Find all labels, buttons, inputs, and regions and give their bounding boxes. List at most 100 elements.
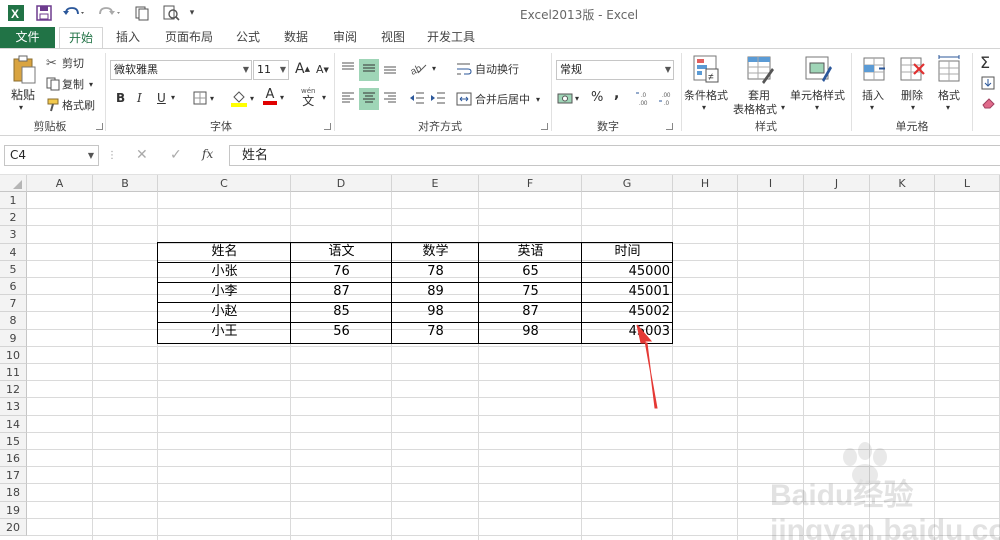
conditional-format-dropdown-icon[interactable]: ▾ [702, 103, 706, 112]
merge-center-button[interactable]: 合并后居中 ▾ [456, 91, 540, 107]
decrease-indent-button[interactable] [409, 91, 425, 105]
table-format-dropdown-icon[interactable]: ▾ [781, 103, 785, 112]
align-right-button[interactable] [383, 91, 397, 105]
tab-developer[interactable]: 开发工具 [422, 27, 480, 48]
watermark-logo: Baidu经验 jingyan.baidu.com [760, 425, 1000, 540]
tab-review[interactable]: 审阅 [325, 27, 365, 48]
cut-button[interactable]: ✂ 剪切 [46, 55, 84, 71]
table-format-button[interactable]: 表格格式 [733, 101, 777, 117]
font-size-value: 11 [257, 63, 271, 76]
font-color-dropdown-icon[interactable]: ▾ [280, 93, 284, 102]
copy-label: 复制 [62, 78, 84, 91]
table-format-icon [746, 54, 774, 84]
phonetic-icon: 文 [302, 94, 315, 108]
borders-button[interactable]: ▾ [193, 91, 214, 105]
worksheet-grid[interactable]: ABCDEFGHIJKL 1 2 3 4 5 6 7 8 9 10 11 12 13 14 15 16 17 18… [0, 175, 1000, 540]
cell-styles-dropdown-icon[interactable]: ▾ [815, 103, 819, 112]
font-launcher-icon[interactable] [324, 123, 331, 130]
undo-icon[interactable] [60, 3, 88, 23]
align-top-button[interactable] [341, 61, 355, 75]
format-dropdown-icon[interactable]: ▾ [946, 103, 950, 112]
comma-button[interactable]: , [614, 86, 619, 102]
tab-file[interactable]: 文件 [0, 27, 55, 48]
font-color-icon: A [265, 87, 275, 102]
tab-formulas[interactable]: 公式 [228, 27, 268, 48]
format-painter-label: 格式刷 [62, 99, 95, 112]
conditional-format-button[interactable]: 条件格式 [684, 87, 728, 103]
save-icon[interactable] [34, 3, 54, 23]
decrease-decimal-button[interactable]: .00.0 [659, 90, 677, 106]
alignment-group-label: 对齐方式 [418, 120, 462, 133]
align-middle-button[interactable] [362, 61, 376, 75]
autosum-icon[interactable]: Σ [980, 53, 990, 72]
number-launcher-icon[interactable] [666, 123, 673, 130]
watermark-text: Baidu经验 jingyan.baidu.com [770, 479, 1000, 540]
cancel-icon[interactable]: ✕ [136, 147, 148, 163]
font-size-select[interactable]: 11 ▼ [253, 60, 289, 80]
align-bottom-button[interactable] [383, 61, 397, 75]
insert-function-button[interactable]: fx [202, 147, 213, 161]
font-name-value: 微软雅黑 [114, 63, 158, 76]
alignment-launcher-icon[interactable] [541, 123, 548, 130]
customize-qat-icon[interactable]: ▾ [186, 3, 198, 23]
accounting-format-button[interactable]: ▾ [557, 91, 579, 105]
shrink-font-icon: A [316, 63, 324, 76]
insert-dropdown-icon[interactable]: ▾ [870, 103, 874, 112]
delete-cells-button[interactable]: 删除 [901, 87, 923, 103]
chevron-down-icon: ▼ [664, 65, 671, 74]
excel-logo-icon: X [6, 3, 26, 23]
number-format-select[interactable]: 常规 ▼ [556, 60, 674, 80]
arrow-annotation-shape [636, 324, 658, 409]
fill-color-button[interactable]: ▾ [230, 89, 254, 107]
fill-icon[interactable] [981, 76, 995, 90]
underline-button[interactable]: U [157, 91, 166, 105]
bold-button[interactable]: B [116, 91, 125, 105]
clear-icon[interactable] [981, 96, 995, 110]
underline-dropdown-icon[interactable]: ▾ [171, 93, 175, 102]
increase-decimal-button[interactable]: .0.00 [636, 90, 654, 106]
tab-data[interactable]: 数据 [276, 27, 316, 48]
tab-view[interactable]: 视图 [373, 27, 413, 48]
percent-button[interactable]: % [591, 90, 603, 105]
delete-dropdown-icon[interactable]: ▾ [911, 103, 915, 112]
cut-label: 剪切 [62, 57, 84, 70]
formula-bar: C4 ▼ ⋮ ✕ ✓ fx 姓名 [0, 137, 1000, 175]
formula-input[interactable]: 姓名 [229, 145, 1000, 166]
insert-cells-button[interactable]: 插入 [862, 87, 884, 103]
cell-styles-button[interactable]: 单元格样式 [790, 87, 845, 103]
tab-page-layout[interactable]: 页面布局 [160, 27, 218, 48]
paste-dropdown-icon[interactable]: ▾ [19, 103, 23, 112]
shrink-font-button[interactable]: A ▼ [316, 63, 329, 76]
svg-text:.0: .0 [664, 101, 670, 106]
align-left-button[interactable] [341, 91, 355, 105]
svg-text:.00: .00 [639, 101, 648, 106]
wrap-text-button[interactable]: 自动换行 [456, 61, 519, 77]
phonetic-dropdown-icon[interactable]: ▾ [322, 93, 326, 102]
print-preview-icon[interactable] [160, 3, 182, 23]
enter-check-icon[interactable]: ✓ [170, 147, 182, 163]
font-name-select[interactable]: 微软雅黑 ▼ [110, 60, 252, 80]
name-box[interactable]: C4 ▼ [4, 145, 99, 166]
copy-button[interactable]: 复制 ▾ [46, 76, 93, 92]
align-center-button[interactable] [362, 91, 376, 105]
copy-page-icon[interactable] [132, 3, 152, 23]
grow-font-button[interactable]: A ▲ [295, 61, 310, 77]
clipboard-launcher-icon[interactable] [96, 123, 103, 130]
font-color-button[interactable]: A [263, 88, 277, 105]
tab-home[interactable]: 开始 [59, 27, 103, 48]
copy-icon [46, 77, 60, 91]
phonetic-button[interactable]: wén 文 [301, 86, 315, 108]
paste-button[interactable] [9, 55, 39, 85]
redo-icon[interactable] [96, 3, 124, 23]
increase-indent-button[interactable] [430, 91, 446, 105]
italic-button[interactable]: I [137, 91, 142, 105]
format-painter-button[interactable]: 格式刷 [46, 97, 95, 113]
align-center-icon [363, 92, 375, 103]
tab-insert[interactable]: 插入 [108, 27, 148, 48]
wrap-text-label: 自动换行 [475, 63, 519, 76]
format-cells-button[interactable]: 格式 [938, 87, 960, 103]
fill-bucket-icon [231, 91, 247, 107]
orientation-button[interactable]: ab ▾ [410, 61, 436, 75]
clipboard-group-label: 剪贴板 [33, 120, 67, 133]
formula-bar-grip-icon: ⋮ [107, 150, 117, 161]
